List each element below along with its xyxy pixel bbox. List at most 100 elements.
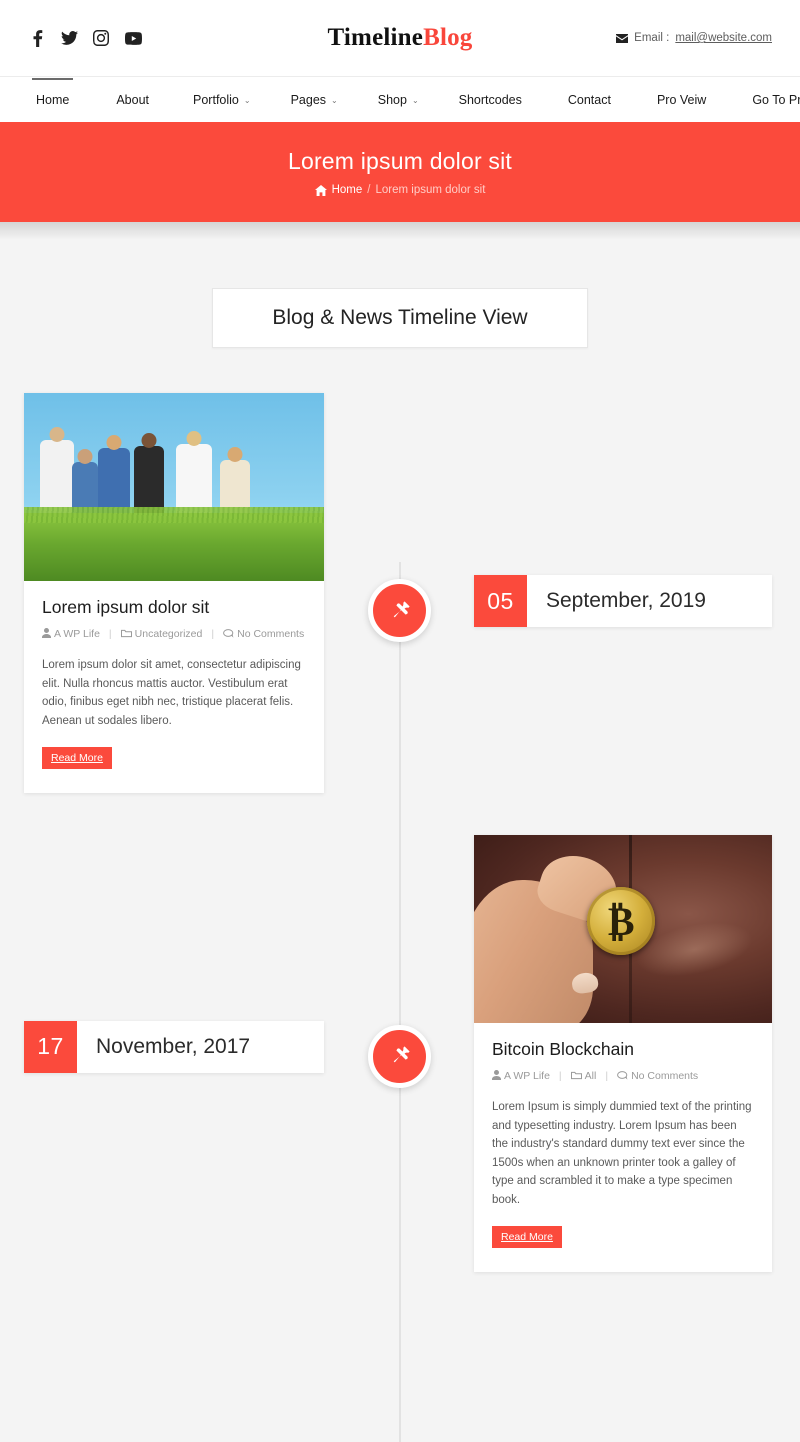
home-icon <box>314 184 327 196</box>
page-banner: Lorem ipsum dolor sit Home / Lorem ipsum… <box>0 122 800 222</box>
post-image-hikers <box>24 393 324 581</box>
post-author: A WP Life <box>42 628 100 640</box>
timeline-section: Blog & News Timeline View Lorem ipsum do… <box>0 240 800 1442</box>
page-title: Lorem ipsum dolor sit <box>287 148 513 174</box>
timeline-right-column: ₿ Bitcoin Blockchain A WP Life | All | No Comm… <box>426 834 800 1272</box>
post-category[interactable]: Uncategorized <box>120 628 203 640</box>
hiker-head <box>186 431 202 447</box>
timeline-pushpin-icon[interactable] <box>368 1024 431 1088</box>
nav-item-label: Pages <box>290 92 327 107</box>
main-navigation: Home About Portfolio ⌄ Pages ⌄ Shop ⌄ Shortcodes… <box>0 76 800 122</box>
post-thumbnail[interactable] <box>24 393 324 581</box>
nav-item-label: Shop <box>377 92 407 107</box>
post-body: Bitcoin Blockchain A WP Life | All | No Comme… <box>474 1023 772 1272</box>
post-author-label: A WP Life <box>54 628 100 640</box>
top-bar: TimelineBlog Email : mail@website.com <box>0 0 800 76</box>
nav-item-go-to-pro[interactable]: Go To Pro <box>752 79 800 121</box>
envelope-icon <box>616 33 629 43</box>
post-date-badge: 05 September, 2019 <box>474 575 772 627</box>
breadcrumb-separator: / <box>367 184 371 196</box>
post-card: ₿ Bitcoin Blockchain A WP Life | All | No Comm… <box>474 834 772 1272</box>
email-block: Email : mail@website.com <box>616 32 772 44</box>
comment-icon <box>223 628 237 640</box>
nav-item-label: About <box>116 92 150 107</box>
post-comments[interactable]: No Comments <box>617 1070 698 1082</box>
post-date-month-year: November, 2017 <box>96 1034 251 1058</box>
timeline-entry-list: Lorem ipsum dolor sit A WP Life | Uncategor… <box>0 393 800 1272</box>
post-author: A WP Life <box>492 1069 550 1082</box>
post-date-badge: 17 November, 2017 <box>24 1020 324 1073</box>
nav-item-shop[interactable]: Shop ⌄ <box>378 79 419 121</box>
post-comments-label: No Comments <box>237 628 305 640</box>
logo-accent: Blog <box>423 24 473 51</box>
nav-item-home[interactable]: Home <box>31 77 74 121</box>
post-meta: A WP Life | Uncategorized | No Comments <box>42 627 306 642</box>
logo-primary: Timeline <box>327 24 424 51</box>
twitter-icon[interactable] <box>60 29 78 47</box>
user-icon <box>492 1069 504 1082</box>
nav-item-pro-veiw[interactable]: Pro Veiw <box>657 79 706 121</box>
post-date-day: 05 <box>474 575 527 627</box>
post-date-month-year: September, 2019 <box>546 589 706 612</box>
post-title[interactable]: Bitcoin Blockchain <box>492 1039 754 1060</box>
nav-item-portfolio[interactable]: Portfolio ⌄ <box>193 79 251 121</box>
read-more-button[interactable]: Read More <box>42 746 112 769</box>
nav-item-list: Home About Portfolio ⌄ Pages ⌄ Shop ⌄ Shortcodes… <box>31 77 800 121</box>
breadcrumb-current: Lorem ipsum dolor sit <box>375 184 486 196</box>
chevron-down-icon[interactable]: ⌄ <box>244 96 251 105</box>
nav-item-label: Contact <box>567 92 611 107</box>
timeline-entry: 17 November, 2017 ₿ Bitcoin Blockchain A WP … <box>0 834 800 1272</box>
chevron-down-icon[interactable]: ⌄ <box>412 96 419 105</box>
post-category-label: Uncategorized <box>134 628 203 640</box>
email-label: Email : <box>634 32 670 44</box>
timeline-pushpin-icon[interactable] <box>368 579 431 642</box>
grass-foreground <box>24 507 324 581</box>
user-icon <box>42 628 54 640</box>
nav-item-label: Pro Veiw <box>656 92 707 107</box>
post-author-label: A WP Life <box>504 1069 550 1082</box>
meta-divider: | <box>108 628 112 640</box>
hiker-head <box>49 427 65 443</box>
hiker-head <box>106 435 122 451</box>
nav-item-contact[interactable]: Contact <box>568 79 611 121</box>
instagram-icon[interactable] <box>92 29 110 47</box>
post-date-day: 17 <box>24 1020 77 1073</box>
chevron-down-icon[interactable]: ⌄ <box>331 96 338 105</box>
meta-divider: | <box>558 1069 562 1082</box>
post-category[interactable]: All <box>570 1069 597 1082</box>
nav-item-shortcodes[interactable]: Shortcodes <box>459 79 522 121</box>
post-image-bitcoin: ₿ <box>474 834 772 1023</box>
hiker-head <box>227 447 243 463</box>
meta-divider: | <box>211 628 215 640</box>
post-title[interactable]: Lorem ipsum dolor sit <box>42 597 306 618</box>
nav-item-pages[interactable]: Pages ⌄ <box>291 79 338 121</box>
timeline-right-column: 05 September, 2019 <box>426 393 800 627</box>
hiker-head <box>141 433 157 449</box>
meta-divider: | <box>605 1069 609 1082</box>
breadcrumb-home[interactable]: Home <box>332 184 363 196</box>
folder-icon <box>570 1070 585 1082</box>
post-excerpt: Lorem Ipsum is simply dummied text of th… <box>492 1100 752 1207</box>
email-address-link[interactable]: mail@website.com <box>675 32 772 44</box>
post-comments[interactable]: No Comments <box>223 628 304 640</box>
youtube-icon[interactable] <box>124 29 142 47</box>
nav-item-label: Go To Pro <box>752 92 800 107</box>
folder-icon <box>120 628 135 640</box>
read-more-button[interactable]: Read More <box>492 1225 562 1248</box>
nav-item-label: Portfolio <box>193 92 239 107</box>
social-links <box>28 29 258 47</box>
post-card: Lorem ipsum dolor sit A WP Life | Uncategor… <box>24 393 324 793</box>
timeline-left-column: Lorem ipsum dolor sit A WP Life | Uncategor… <box>0 393 374 793</box>
comment-icon <box>617 1070 631 1082</box>
nav-item-label: Shortcodes <box>458 92 522 107</box>
date-badge-holder: 17 November, 2017 <box>24 1020 324 1073</box>
breadcrumb: Home / Lorem ipsum dolor sit <box>314 184 486 196</box>
post-thumbnail[interactable]: ₿ <box>474 834 772 1023</box>
hiker-head <box>77 449 93 465</box>
nav-item-label: Home <box>36 92 70 107</box>
timeline-entry: Lorem ipsum dolor sit A WP Life | Uncategor… <box>0 393 800 793</box>
nav-item-about[interactable]: About <box>116 79 149 121</box>
post-excerpt: Lorem ipsum dolor sit amet, consectetur … <box>42 659 301 728</box>
post-category-label: All <box>584 1069 597 1082</box>
facebook-icon[interactable] <box>28 29 46 47</box>
